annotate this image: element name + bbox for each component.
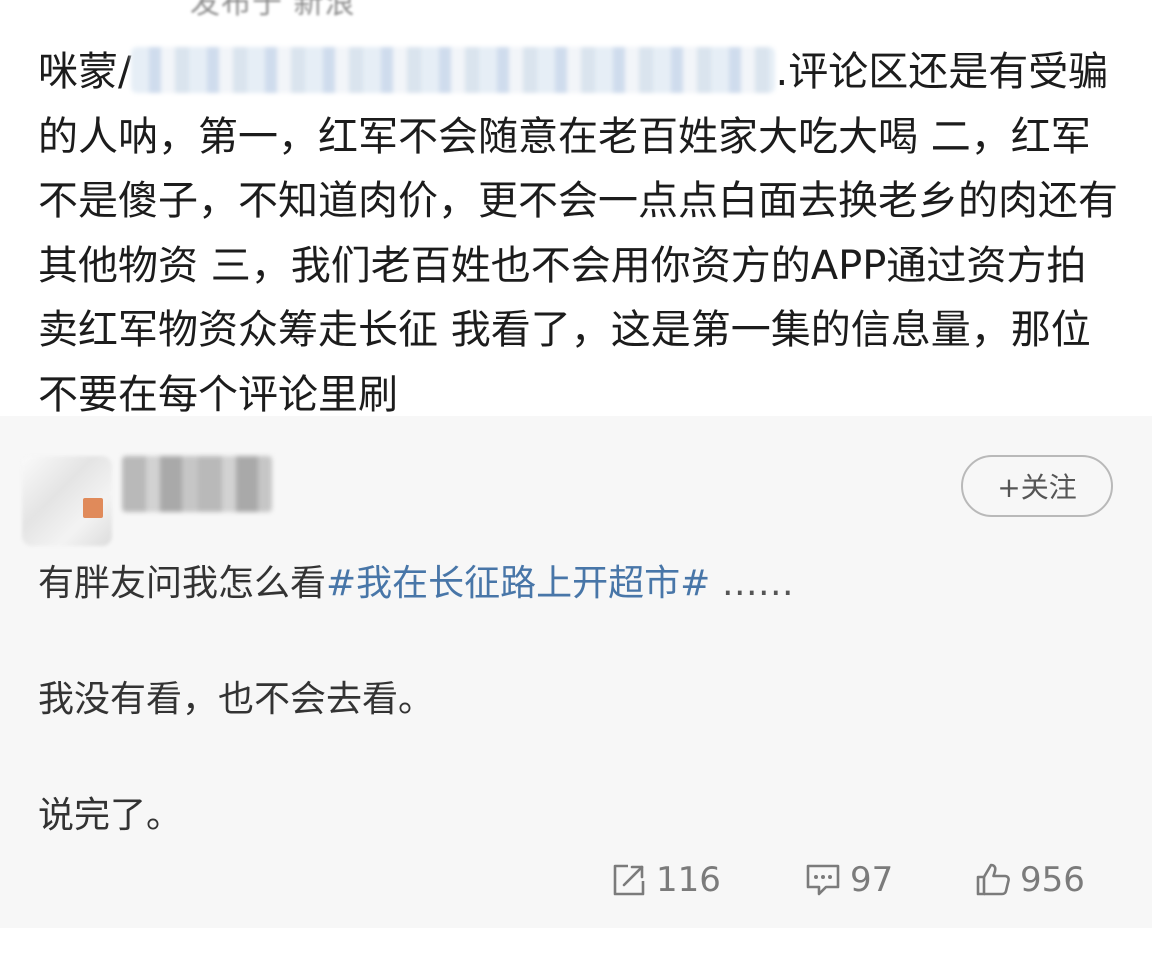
action-bar: 116 97 956 [0, 852, 1152, 908]
more-ellipsis[interactable]: …… [710, 563, 794, 604]
comment-count: 97 [850, 860, 894, 900]
follow-button[interactable]: +关注 [961, 455, 1113, 517]
top-post-text[interactable]: 咪蒙/.评论区还是有受骗的人呐，第一，红军不会随意在老百姓家大吃大喝 二，红军不… [38, 40, 1123, 416]
repost-line-1-text: 有胖友问我怎么看 [38, 563, 327, 604]
top-post-text-before: 咪蒙/ [38, 49, 132, 95]
hashtag-link[interactable]: #我在长征路上开超市# [326, 563, 710, 604]
repost-line-1: 有胖友问我怎么看#我在长征路上开超市# …… [38, 554, 794, 606]
top-post-card: 发布于 新浪 咪蒙/.评论区还是有受骗的人呐，第一，红军不会随意在老百姓家大吃大… [0, 0, 1152, 416]
like-icon [976, 863, 1010, 896]
repost-card[interactable]: +关注 有胖友问我怎么看#我在长征路上开超市# …… 我没有看，也不会去看。 说… [0, 416, 1152, 928]
comment-button[interactable]: 97 [804, 852, 893, 908]
like-count: 956 [1020, 860, 1085, 900]
avatar-badge [83, 498, 103, 518]
username-redacted[interactable] [122, 456, 272, 512]
repost-icon [613, 864, 645, 896]
repost-line-3: 说完了。 [38, 795, 183, 836]
top-post-meta: 发布于 新浪 [190, 0, 356, 21]
follow-button-label: +关注 [997, 471, 1077, 504]
like-button[interactable]: 956 [974, 852, 1085, 908]
redacted-link [131, 47, 776, 93]
top-post-text-after: .评论区还是有受骗的人呐，第一，红军不会随意在老百姓家大吃大喝 二，红军不是傻子… [38, 49, 1118, 416]
comment-icon [806, 864, 840, 896]
repost-button[interactable]: 116 [610, 852, 721, 908]
repost-line-2: 我没有看，也不会去看。 [38, 679, 435, 720]
bottom-divider [0, 928, 1152, 960]
repost-count: 116 [656, 860, 721, 900]
